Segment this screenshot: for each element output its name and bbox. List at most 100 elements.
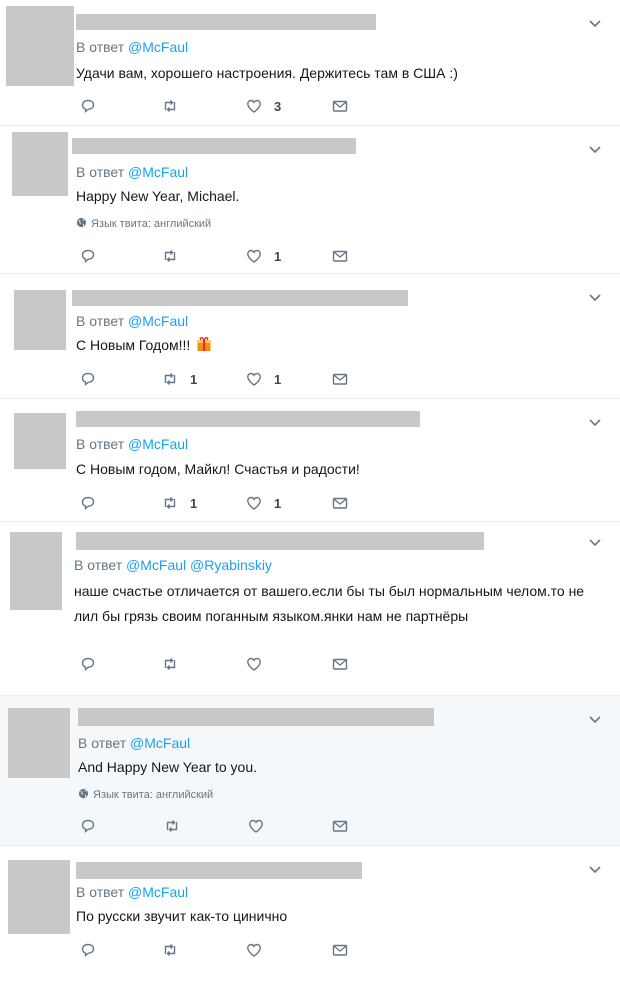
dm-icon [332,658,348,670]
like-count: 1 [274,496,282,511]
avatar[interactable] [8,860,70,934]
retweet-button[interactable] [162,248,178,266]
mention-link[interactable]: @McFaul [128,436,188,452]
dm-button[interactable] [332,371,348,389]
globe-icon [76,217,87,228]
mention-link[interactable]: @McFaul [128,164,188,180]
tweet-actions [80,818,380,836]
caret-down-icon[interactable] [588,142,602,156]
mention-link[interactable]: @McFaul [128,313,188,329]
mention-link[interactable]: @McFaul [126,557,186,573]
mention-link[interactable]: @McFaul [130,735,190,751]
tweet-actions: 1 1 [80,495,380,513]
tweet-text: And Happy New Year to you. [78,759,258,775]
mention-link[interactable]: @McFaul [128,884,188,900]
retweet-button[interactable] [162,942,178,960]
redacted-author-name[interactable] [76,14,376,30]
caret-down-icon[interactable] [588,862,602,876]
language-note-text: Язык твита: английский [93,789,214,801]
caret-down-icon[interactable] [588,16,602,30]
tweet-text: Happy New Year, Michael. [76,188,240,204]
tweet-6: В ответ @McFaul And Happy New Year to yo… [0,696,620,846]
retweet-icon [164,497,176,509]
tweet-actions: 3 [80,98,380,116]
tweet-text: наше счастье отличается от вашего.если б… [74,583,585,624]
reply-context: В ответ @McFaul [76,313,188,329]
caret-down-icon[interactable] [588,712,602,726]
retweet-button[interactable] [162,98,178,116]
retweet-icon [164,373,176,385]
retweet-button[interactable] [164,818,180,836]
caret-down-icon[interactable] [588,290,602,304]
avatar[interactable] [6,6,74,86]
redacted-author-name[interactable] [72,138,356,154]
dm-icon [332,100,348,112]
like-button[interactable] [248,818,264,836]
avatar[interactable] [14,413,66,469]
dm-button[interactable] [332,656,348,674]
redacted-author-name[interactable] [76,411,420,427]
like-icon [249,819,263,833]
dm-icon [332,944,348,956]
retweet-icon [164,100,176,112]
like-button[interactable]: 3 [246,98,281,116]
reply-button[interactable] [80,495,96,513]
redacted-author-name[interactable] [72,290,408,306]
like-button[interactable] [246,942,262,960]
retweet-icon [164,658,176,670]
dm-button[interactable] [332,942,348,960]
tweet-text: Удачи вам, хорошего настроения. Держитес… [76,65,458,81]
retweet-icon [164,250,176,262]
retweet-button[interactable]: 1 [162,371,197,389]
dm-button[interactable] [332,98,348,116]
reply-button[interactable] [80,818,96,836]
reply-icon [81,249,95,264]
tweet-actions: 1 1 [80,371,380,389]
dm-button[interactable] [332,495,348,513]
tweet-actions: 1 [80,248,380,266]
reply-prefix: В ответ [76,436,125,452]
reply-prefix: В ответ [76,313,125,329]
retweet-button[interactable] [162,656,178,674]
retweet-button[interactable]: 1 [162,495,197,513]
tweet-text: С Новым Годом!!! [76,333,596,358]
tweet-text: С Новым годом, Майкл! Счастья и радости! [76,461,360,477]
redacted-author-name[interactable] [76,532,484,550]
reply-button[interactable] [80,98,96,116]
like-count: 1 [274,249,282,264]
avatar[interactable] [14,290,66,350]
reply-button[interactable] [80,942,96,960]
retweet-icon [166,820,178,832]
reply-icon [81,943,95,958]
redacted-author-name[interactable] [78,708,434,726]
like-button[interactable]: 1 [246,248,281,266]
mention-link[interactable]: @Ryabinskiy [190,557,272,573]
mention-link[interactable]: @McFaul [128,39,188,55]
dm-icon [332,497,348,509]
tweet-actions [80,656,380,674]
avatar[interactable] [12,132,68,196]
language-note-text: Язык твита: английский [91,218,212,230]
avatar[interactable] [8,708,70,778]
reply-button[interactable] [80,248,96,266]
caret-down-icon[interactable] [588,415,602,429]
avatar[interactable] [10,532,62,610]
reply-button[interactable] [80,656,96,674]
dm-button[interactable] [332,818,348,836]
reply-context: В ответ @McFaul [76,436,188,452]
like-count: 3 [274,99,282,114]
like-button[interactable] [246,656,262,674]
tweet-5: В ответ @McFaul @Ryabinskiy наше счастье… [0,522,620,696]
retweet-count: 1 [190,496,198,511]
like-icon [247,99,261,113]
caret-down-icon[interactable] [588,535,602,549]
reply-button[interactable] [80,371,96,389]
dm-button[interactable] [332,248,348,266]
reply-icon [81,819,95,834]
like-button[interactable]: 1 [246,495,281,513]
reply-prefix: В ответ [76,884,125,900]
reply-prefix: В ответ [76,39,125,55]
tweet-7: В ответ @McFaul По русски звучит как-то … [0,846,620,999]
redacted-author-name[interactable] [76,862,362,879]
like-button[interactable]: 1 [246,371,281,389]
